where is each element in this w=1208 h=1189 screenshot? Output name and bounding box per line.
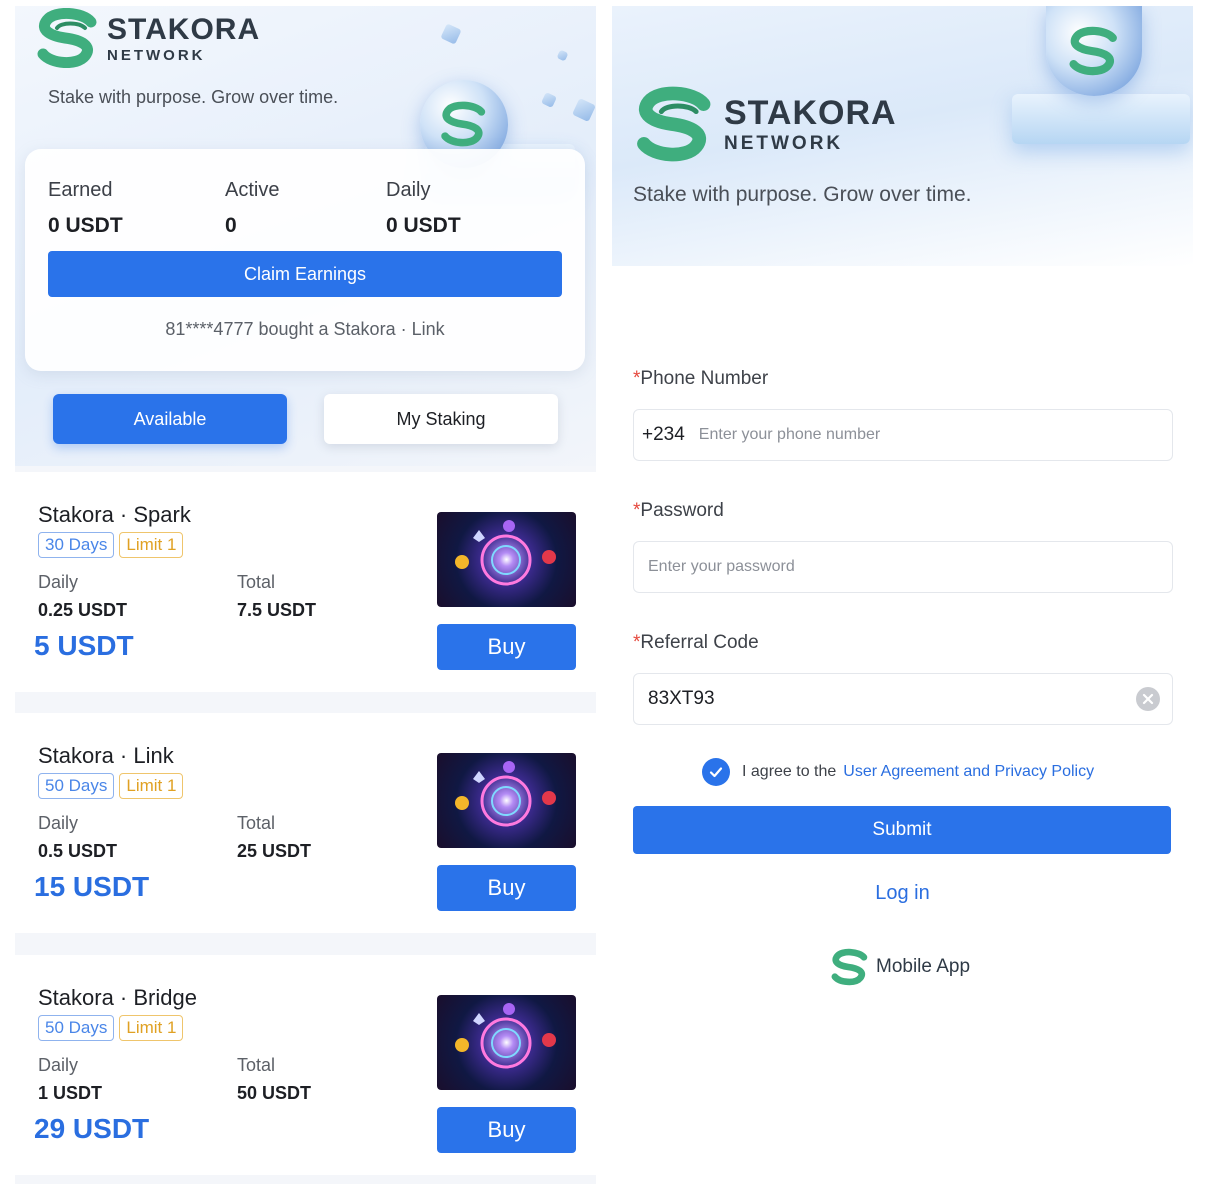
product-name: Stakora · Link [38,743,174,768]
referral-field [633,673,1173,725]
daily-label: Daily [38,572,79,592]
clear-icon[interactable] [1136,687,1160,711]
product-price: 29 USDT [34,1113,150,1144]
stat-label: Daily [386,179,431,201]
coin-icon [1046,6,1142,96]
dashboard-screen: STAKORA NETWORK Stake with purpose. Grow… [15,6,596,1184]
mobile-app-link[interactable]: Mobile App [830,948,970,986]
crypto-artwork-image [437,512,576,607]
phone-label: *Phone Number [633,368,769,389]
total-value: 7.5 USDT [237,600,317,620]
referral-label: *Referral Code [633,632,759,653]
password-input[interactable] [648,558,1148,576]
logo-s-icon [831,948,868,986]
product-card: Stakora · Bridge 50 Days Limit 1 Daily T… [15,955,596,1175]
total-label: Total [237,1055,276,1075]
total-label: Total [237,813,276,833]
phone-field: +234 [633,409,1173,461]
claim-earnings-button[interactable]: Claim Earnings [48,251,562,297]
product-card: Stakora · Spark 30 Days Limit 1 Daily To… [15,472,596,692]
submit-button[interactable]: Submit [633,806,1171,854]
stat-label: Active [225,179,280,201]
stat-value: 0 [225,214,237,237]
product-name: Stakora · Bridge [38,985,197,1010]
coin-platform [1012,94,1190,144]
stat-earned: Earned 0 USDT [48,179,123,238]
mobile-app-label: Mobile App [876,956,971,977]
buy-button[interactable]: Buy [437,624,576,670]
tab-my-staking[interactable]: My Staking [324,394,558,444]
product-price: 5 USDT [34,630,134,661]
product-price: 15 USDT [34,871,150,902]
limit-badge: Limit 1 [119,1015,184,1041]
tagline: Stake with purpose. Grow over time. [633,183,972,206]
crypto-artwork-image [437,753,576,848]
referral-input[interactable] [648,688,1108,710]
days-badge: 30 Days [38,532,115,558]
stat-value: 0 USDT [386,214,461,237]
crypto-artwork-image [437,995,576,1090]
country-code[interactable]: +234 [642,424,685,446]
daily-value: 0.25 USDT [38,600,128,620]
daily-value: 1 USDT [38,1083,103,1103]
logo-s-icon [637,86,711,162]
policy-link[interactable]: User Agreement and Privacy Policy [843,763,1094,781]
brand-sub: NETWORK [107,46,206,64]
total-value: 25 USDT [237,841,312,861]
stat-active: Active 0 [225,179,279,238]
agree-checkbox[interactable] [702,758,730,786]
total-value: 50 USDT [237,1083,312,1103]
daily-value: 0.5 USDT [38,841,118,861]
daily-label: Daily [38,1055,79,1075]
tagline: Stake with purpose. Grow over time. [48,87,339,107]
brand-sub: NETWORK [724,132,844,154]
product-name: Stakora · Spark [38,502,191,527]
days-badge: 50 Days [38,1015,115,1041]
stat-daily: Daily 0 USDT [386,179,461,238]
register-screen: STAKORA NETWORK Stake with purpose. Grow… [612,6,1193,1184]
phone-input[interactable] [698,426,1139,444]
agreement-row: I agree to the User Agreement and Privac… [702,758,1094,786]
limit-badge: Limit 1 [119,532,184,558]
limit-badge: Limit 1 [119,773,184,799]
password-label: *Password [633,500,724,521]
days-badge: 50 Days [38,773,115,799]
product-card: Stakora · Link 50 Days Limit 1 Daily Tot… [15,713,596,933]
buy-button[interactable]: Buy [437,1107,576,1153]
buy-button[interactable]: Buy [437,865,576,911]
agree-text: I agree to the [742,763,837,780]
brand-name: STAKORA [107,12,261,46]
stat-value: 0 USDT [48,214,123,237]
brand-name: STAKORA [724,93,897,132]
purchase-ticker: 81****4777 bought a Stakora · Link [165,319,445,339]
password-field [633,541,1173,593]
stakora-logo: STAKORA NETWORK [634,86,897,162]
daily-label: Daily [38,813,79,833]
tab-available[interactable]: Available [53,394,287,444]
stat-label: Earned [48,179,113,201]
check-icon [709,767,723,778]
logo-s-icon [37,8,97,68]
stats-card: Earned 0 USDT Active 0 Daily 0 USDT Clai… [25,149,585,371]
stakora-logo: STAKORA NETWORK [35,8,260,68]
login-link[interactable]: Log in [612,882,1193,905]
total-label: Total [237,572,276,592]
